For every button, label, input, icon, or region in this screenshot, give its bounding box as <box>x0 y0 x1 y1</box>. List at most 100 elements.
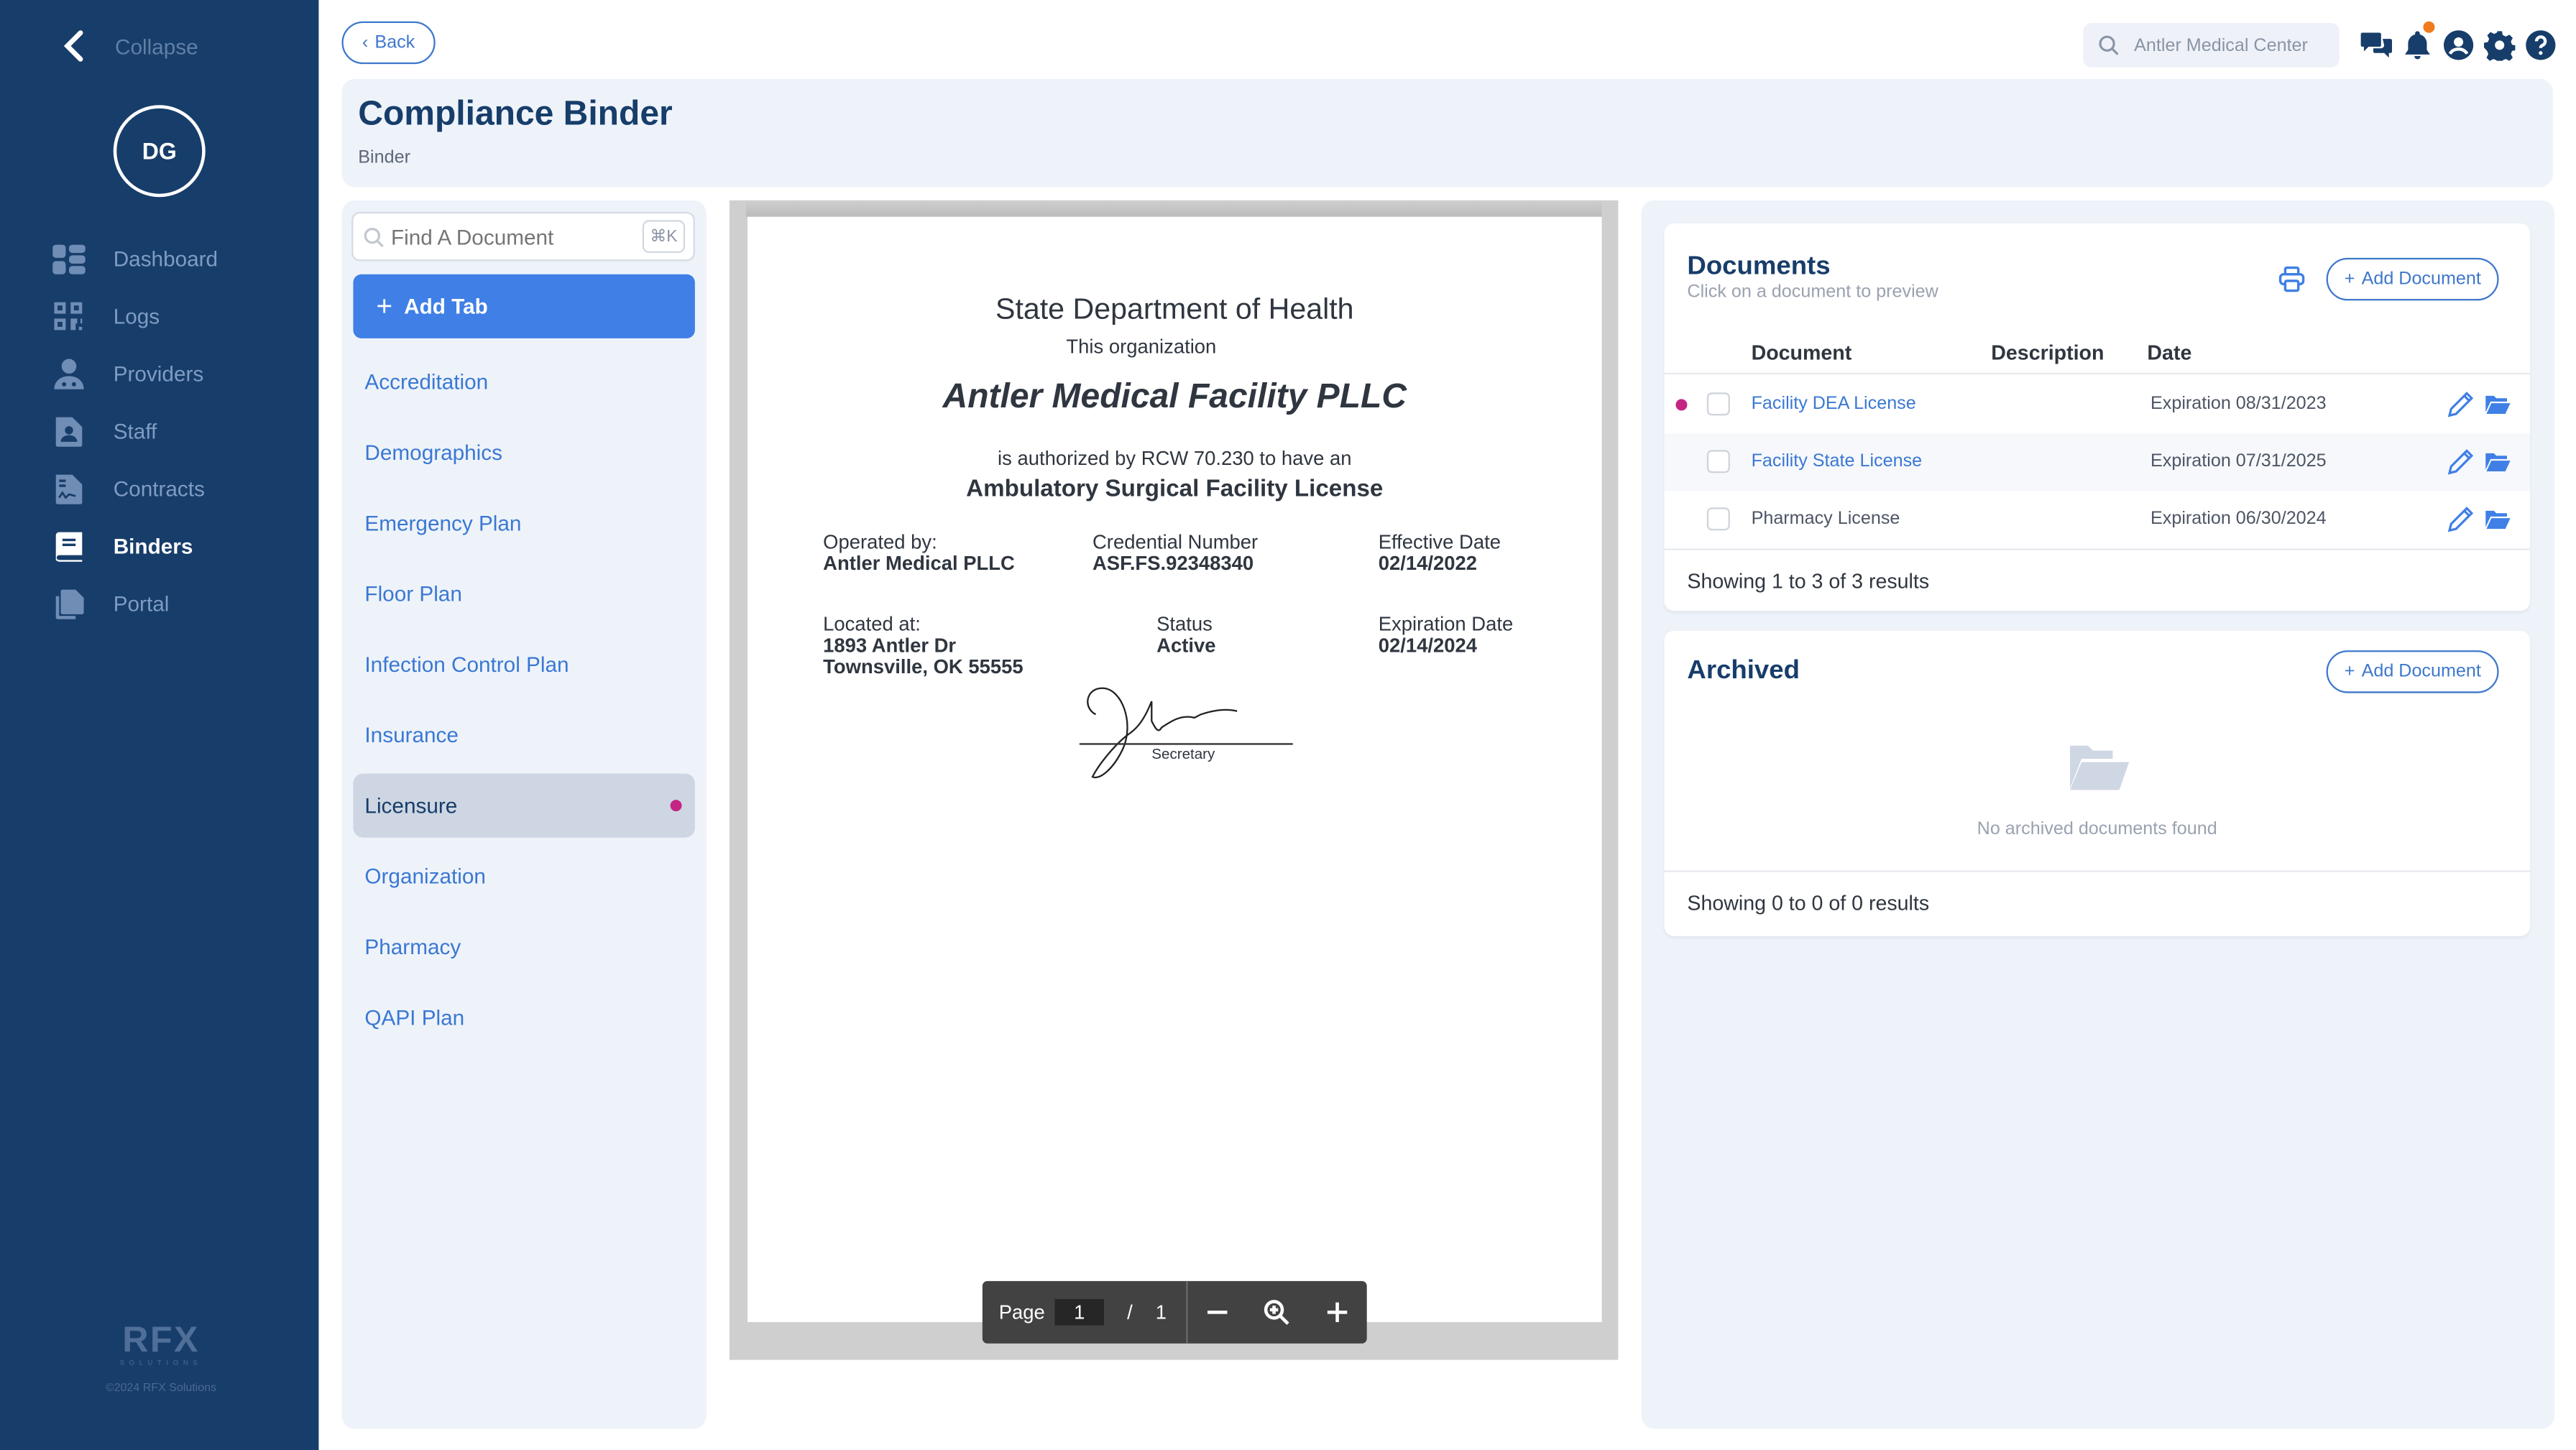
sidebar-item-contracts[interactable]: Contracts <box>51 460 314 517</box>
edit-button[interactable] <box>2447 506 2475 532</box>
document-date: Expiration 06/30/2024 <box>2150 509 2327 529</box>
chat-button[interactable] <box>2359 27 2392 63</box>
signature-graphic <box>1079 687 1293 779</box>
field-label: Expiration Date <box>1378 612 1514 636</box>
effective-date-field: Effective Date 02/14/2022 <box>1378 530 1501 575</box>
column-header-date: Date <box>2147 341 2192 365</box>
table-row[interactable]: Facility State License Expiration 07/31/… <box>1664 433 2530 491</box>
documents-card: Documents Click on a document to preview… <box>1664 223 2530 611</box>
sidebar-item-providers[interactable]: Providers <box>51 345 314 402</box>
collapse-button[interactable]: Collapse <box>59 28 198 64</box>
chat-icon <box>2360 32 2391 57</box>
field-value: ASF.FS.92348340 <box>1092 551 1254 575</box>
open-folder-button[interactable] <box>2484 391 2511 417</box>
help-button[interactable] <box>2524 27 2557 63</box>
table-row[interactable]: Facility DEA License Expiration 08/31/20… <box>1664 376 2530 433</box>
folder-open-icon <box>2485 510 2511 529</box>
plus-icon <box>1327 1302 1347 1322</box>
field-value: Antler Medical PLLC <box>823 551 1015 575</box>
empty-message: No archived documents found <box>1977 819 2217 839</box>
sidebar-item-label: Staff <box>113 418 157 444</box>
documents-title: Documents <box>1687 252 1831 281</box>
add-tab-button[interactable]: + Add Tab <box>353 274 695 338</box>
table-row[interactable]: Pharmacy License Expiration 06/30/2024 <box>1664 491 2530 548</box>
copy-icon <box>51 586 87 622</box>
organization-search[interactable] <box>2083 22 2340 68</box>
notification-badge <box>2423 21 2435 33</box>
keyboard-shortcut: ⌘K <box>642 220 686 253</box>
qr-code-icon <box>51 298 87 334</box>
tab-insurance[interactable]: Insurance <box>353 703 694 767</box>
license-type: Ambulatory Surgical Facility License <box>966 476 1384 503</box>
zoom-in-button[interactable] <box>1324 1299 1351 1326</box>
sidebar-item-label: Contracts <box>113 476 205 502</box>
pdf-toolbar: Page / 1 <box>982 1280 1367 1344</box>
folder-open-icon <box>2485 453 2511 471</box>
authorization-text: is authorized by RCW 70.230 to have an <box>998 446 1352 470</box>
back-button[interactable]: ‹ Back <box>341 21 436 65</box>
sidebar-item-logs[interactable]: Logs <box>51 287 314 345</box>
sidebar-item-label: Dashboard <box>113 246 218 272</box>
status-dot <box>670 800 682 812</box>
add-document-label: Add Document <box>2361 269 2481 290</box>
sidebar-item-label: Providers <box>113 361 204 387</box>
document-name[interactable]: Facility DEA License <box>1752 394 1916 414</box>
binder-tabs-panel: ⌘K + Add Tab Accreditation Demographics … <box>341 200 707 1429</box>
plus-icon: + <box>376 290 393 321</box>
row-checkbox[interactable] <box>1706 392 1730 416</box>
copyright: ©2024 RFX Solutions <box>105 1382 217 1395</box>
sidebar: Collapse DG Dashboard Logs Providers Sta… <box>0 0 319 1450</box>
pencil-icon <box>2447 392 2474 417</box>
viewer-shadow <box>745 200 1602 217</box>
avatar[interactable]: DG <box>113 105 206 198</box>
field-label: Effective Date <box>1378 530 1501 554</box>
add-document-label: Add Document <box>2361 662 2481 682</box>
tab-floor-plan[interactable]: Floor Plan <box>353 562 694 626</box>
pencil-icon <box>2447 507 2474 532</box>
page-header: Compliance Binder Binder <box>341 78 2553 188</box>
help-icon <box>2525 29 2555 60</box>
tab-emergency-plan[interactable]: Emergency Plan <box>353 491 694 555</box>
tab-accreditation[interactable]: Accreditation <box>353 350 694 414</box>
sidebar-item-staff[interactable]: Staff <box>51 402 314 460</box>
document-name[interactable]: Facility State License <box>1752 452 1923 471</box>
document-name[interactable]: Pharmacy License <box>1752 509 1900 529</box>
total-pages: 1 <box>1155 1301 1167 1324</box>
organization-search-input[interactable] <box>2130 33 2328 57</box>
zoom-reset-button[interactable] <box>1264 1299 1291 1326</box>
find-document-search[interactable]: ⌘K <box>351 211 695 262</box>
open-folder-button[interactable] <box>2484 448 2511 475</box>
page-number-input[interactable] <box>1054 1298 1105 1326</box>
sidebar-item-binders[interactable]: Binders <box>51 517 314 575</box>
profile-button[interactable] <box>2442 27 2475 63</box>
row-checkbox[interactable] <box>1706 507 1730 531</box>
certificate-intro: This organization <box>1066 335 1217 359</box>
print-icon[interactable] <box>2278 266 2305 292</box>
edit-button[interactable] <box>2447 391 2475 417</box>
add-archived-document-button[interactable]: + Add Document <box>2326 650 2500 693</box>
credential-field: Credential Number ASF.FS.92348340 <box>1092 531 1258 575</box>
location-field: Located at: 1893 Antler Dr Townsville, O… <box>823 614 1023 678</box>
tab-organization[interactable]: Organization <box>353 844 694 908</box>
add-document-button[interactable]: + Add Document <box>2326 257 2500 301</box>
sidebar-item-portal[interactable]: Portal <box>51 575 314 632</box>
tab-qapi-plan[interactable]: QAPI Plan <box>353 985 694 1049</box>
field-label: Operated by: <box>823 530 937 554</box>
settings-button[interactable] <box>2483 27 2516 63</box>
tab-infection-control-plan[interactable]: Infection Control Plan <box>353 632 694 696</box>
find-document-input[interactable] <box>387 222 635 251</box>
open-folder-button[interactable] <box>2484 506 2511 532</box>
notifications-button[interactable] <box>2400 21 2435 63</box>
tab-pharmacy[interactable]: Pharmacy <box>353 915 694 979</box>
edit-button[interactable] <box>2447 448 2475 475</box>
tab-label: Insurance <box>364 722 459 747</box>
documents-pagination: Showing 1 to 3 of 3 results <box>1664 548 2530 611</box>
tab-demographics[interactable]: Demographics <box>353 420 694 484</box>
organization-name: Antler Medical Facility PLLC <box>942 377 1407 416</box>
row-checkbox[interactable] <box>1706 450 1730 474</box>
sidebar-item-dashboard[interactable]: Dashboard <box>51 230 314 287</box>
page-controls: Page / 1 <box>983 1280 1188 1344</box>
tab-licensure[interactable]: Licensure <box>353 773 695 838</box>
add-tab-label: Add Tab <box>404 294 488 319</box>
zoom-out-button[interactable] <box>1205 1299 1231 1326</box>
